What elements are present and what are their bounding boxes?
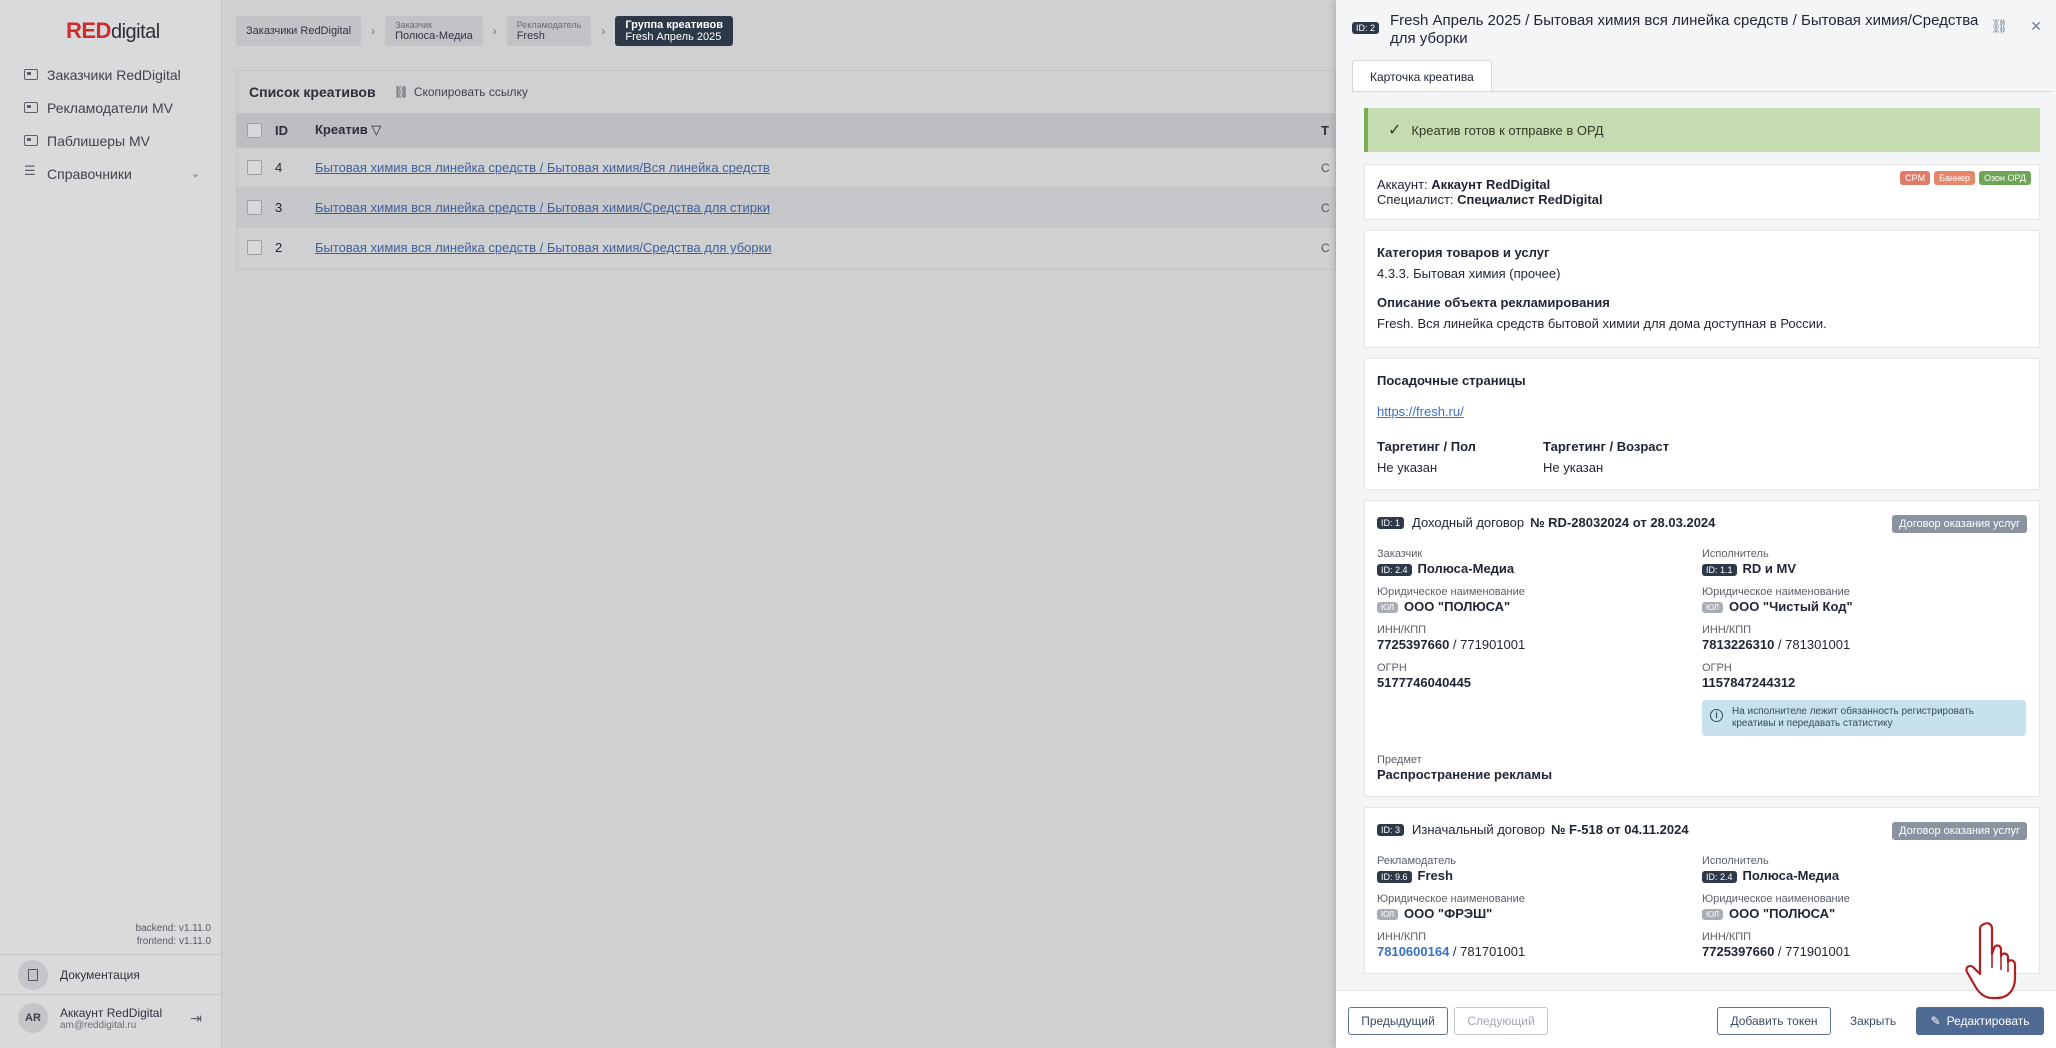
- breadcrumb-customers[interactable]: Заказчики RedDigital: [236, 16, 362, 46]
- account-block[interactable]: AR Аккаунт RedDigital am@reddigital.ru ⇥: [0, 995, 222, 1041]
- select-all-checkbox[interactable]: [247, 122, 262, 138]
- close-button[interactable]: Закрыть: [1838, 1007, 1908, 1035]
- card-icon: [24, 69, 38, 80]
- breadcrumb-customer[interactable]: Заказчик Полюса-Медиа: [385, 16, 483, 46]
- drawer-body[interactable]: ✓ Креатив готов к отправке в ОРД Аккаунт:…: [1352, 92, 2052, 990]
- tag-banner: Баннер: [1934, 171, 1975, 185]
- drawer-footer: Предыдущий Следующий Добавить токен Закр…: [1336, 990, 2056, 1048]
- version-info: backend: v1.11.0 frontend: v1.11.0: [135, 923, 211, 947]
- sidebar-item-advertisers[interactable]: Рекламодатели MV: [0, 91, 222, 124]
- filter-icon[interactable]: ▽: [371, 122, 381, 137]
- logo[interactable]: REDdigital: [66, 18, 160, 44]
- avatar: AR: [18, 1003, 48, 1033]
- sidebar-nav: Заказчики RedDigital Рекламодатели MV Па…: [0, 58, 222, 190]
- creative-link[interactable]: Бытовая химия вся линейка средств / Быто…: [315, 200, 770, 215]
- creatives-list-card: Список креативов ⛓ Скопировать ссылку ID …: [236, 70, 1336, 270]
- close-icon[interactable]: ✕: [2030, 18, 2042, 35]
- sidebar-item-references[interactable]: Справочники⌄: [0, 157, 222, 190]
- add-token-button[interactable]: Добавить токен: [1717, 1007, 1831, 1035]
- ready-status-banner: ✓ Креатив готов к отправке в ОРД: [1364, 108, 2040, 152]
- tag-cpm: CPM: [1900, 171, 1931, 185]
- chevron-right-icon: ›: [601, 24, 606, 38]
- link-icon[interactable]: ⛓: [1990, 18, 2008, 35]
- prev-button[interactable]: Предыдущий: [1348, 1007, 1448, 1035]
- breadcrumb-advertiser[interactable]: Рекламодатель Fresh: [506, 16, 592, 46]
- check-icon: ✓: [1388, 122, 1402, 139]
- contract-income: ID: 1 Доходный договор № RD-28032024 от 28…: [1364, 500, 2040, 797]
- logout-icon[interactable]: ⇥: [190, 1010, 202, 1027]
- table-row[interactable]: 2 Бытовая химия вся линейка средств / Бы…: [237, 227, 1335, 267]
- account-email: am@reddigital.ru: [60, 1019, 137, 1031]
- sidebar-item-customers[interactable]: Заказчики RedDigital: [0, 58, 222, 91]
- contract-type-badge: Договор оказания услуг: [1892, 515, 2027, 533]
- documentation-link[interactable]: Документация: [0, 955, 222, 995]
- row-checkbox[interactable]: [247, 240, 262, 255]
- sidebar-item-publishers[interactable]: Паблишеры MV: [0, 124, 222, 157]
- drawer-title: Fresh Апрель 2025 / Бытовая химия вся ли…: [1390, 12, 1979, 47]
- document-icon: [18, 959, 48, 990]
- executor-info-note: i На исполнителе лежит обязанность регист…: [1702, 700, 2026, 736]
- landing-url-link[interactable]: https://fresh.ru/: [1377, 404, 1464, 419]
- creative-drawer: ID: 2 Fresh Апрель 2025 / Бытовая химия …: [1336, 0, 2056, 1048]
- chevron-down-icon: ⌄: [190, 168, 200, 180]
- contract-type-badge: Договор оказания услуг: [1892, 822, 2027, 840]
- pencil-icon: ✎: [1930, 1014, 1941, 1028]
- next-button[interactable]: Следующий: [1454, 1007, 1548, 1035]
- account-name: Аккаунт RedDigital: [60, 1005, 163, 1020]
- creative-link[interactable]: Бытовая химия вся линейка средств / Быто…: [315, 240, 772, 255]
- creative-id-badge: ID: 2: [1352, 22, 1380, 34]
- chevron-right-icon: ›: [492, 24, 497, 38]
- link-icon: ⛓: [393, 85, 409, 99]
- info-icon: i: [1710, 709, 1723, 722]
- row-checkbox[interactable]: [247, 200, 262, 215]
- breadcrumb-creative-group: Группа креативов Fresh Апрель 2025: [615, 16, 734, 46]
- hand-cursor-icon: [1965, 922, 2017, 1000]
- tag-ozon-ord: Озон ОРД: [1979, 171, 2031, 185]
- category-section: Категория товаров и услуг 4.3.3. Бытовая…: [1364, 230, 2040, 348]
- copy-link-button[interactable]: ⛓ Скопировать ссылку: [394, 85, 528, 99]
- landing-section: Посадочные страницы https://fresh.ru/ Та…: [1364, 358, 2040, 490]
- list-title: Список креативов: [249, 84, 376, 100]
- table-row[interactable]: 3 Бытовая химия вся линейка средств / Бы…: [237, 187, 1335, 227]
- breadcrumb: Заказчики RedDigital › Заказчик Полюса-Ме…: [236, 16, 734, 46]
- table-row[interactable]: 4 Бытовая химия вся линейка средств / Бы…: [237, 147, 1335, 187]
- chevron-right-icon: ›: [371, 24, 376, 38]
- table-header: ID Креатив ▽ Т: [237, 113, 1335, 147]
- sidebar: REDdigital Заказчики RedDigital Рекламод…: [0, 0, 222, 1048]
- edit-button[interactable]: ✎ Редактировать: [1916, 1007, 2044, 1035]
- account-section: Аккаунт: Аккаунт RedDigital Специалист: …: [1364, 164, 2040, 220]
- creative-link[interactable]: Бытовая химия вся линейка средств / Быто…: [315, 160, 770, 175]
- contract-initial: ID: 3 Изначальный договор № F-518 от 04.11…: [1364, 807, 2040, 974]
- card-icon: [24, 135, 38, 146]
- main-content: Заказчики RedDigital › Заказчик Полюса-Ме…: [222, 0, 1336, 1048]
- list-icon: [24, 163, 38, 179]
- row-checkbox[interactable]: [247, 160, 262, 175]
- card-icon: [24, 102, 38, 113]
- tab-creative-card[interactable]: Карточка креатива: [1352, 60, 1492, 92]
